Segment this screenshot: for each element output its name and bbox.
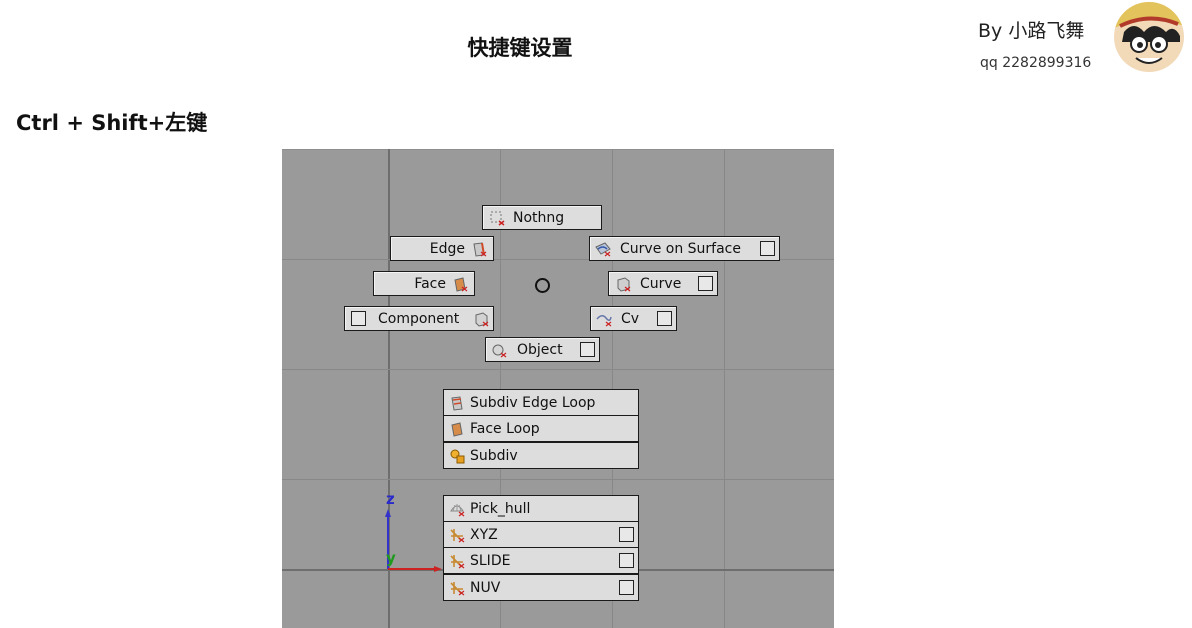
component-icon (475, 311, 489, 327)
menu-item-label: Curve on Surface (620, 240, 741, 257)
face-loop-icon (451, 421, 463, 437)
axis-z-label: z (386, 490, 395, 508)
curve-on-surface-icon (595, 241, 611, 256)
shortcut-heading: Ctrl + Shift+左键 (16, 111, 208, 135)
menu-item-subdiv-edge-loop[interactable]: Subdiv Edge Loop (443, 389, 639, 416)
menu-item-face-loop[interactable]: Face Loop (443, 415, 639, 442)
axis-y-label: y (386, 549, 396, 567)
menu-item-pick-hull[interactable]: Pick_hull (443, 495, 639, 522)
menu-item-nothing[interactable]: Nothng (482, 205, 602, 230)
menu-item-label: Object (517, 341, 563, 358)
curve-icon (617, 276, 631, 292)
avatar (1114, 2, 1184, 72)
grid-line (282, 479, 834, 480)
nothing-icon (490, 211, 505, 226)
menu-item-nuv[interactable]: NUV (443, 574, 639, 601)
menu-item-label: Component (378, 310, 460, 327)
menu-item-label: XYZ (470, 526, 498, 543)
menu-item-curve-on-surface[interactable]: Curve on Surface (589, 236, 780, 261)
grid-line (282, 149, 834, 150)
menu-item-label: Edge (429, 240, 465, 257)
object-icon (492, 344, 507, 357)
menu-item-label: NUV (470, 579, 501, 596)
page-title: 快捷键设置 (467, 36, 573, 60)
nuv-icon (450, 581, 465, 595)
grid-line (282, 369, 834, 370)
menu-item-label: Face (414, 275, 446, 292)
menu-item-label: Subdiv Edge Loop (470, 394, 596, 411)
menu-item-label: Pick_hull (470, 500, 531, 517)
menu-item-label: Cv (621, 310, 640, 327)
option-box[interactable] (351, 311, 366, 326)
option-box[interactable] (619, 527, 634, 542)
cv-icon (596, 314, 612, 326)
menu-item-label: Nothng (513, 209, 565, 226)
pick-hull-icon (450, 503, 465, 516)
menu-item-curve[interactable]: Curve (608, 271, 718, 296)
menu-center-marker (535, 278, 550, 293)
qq-label: qq 2282899316 (980, 55, 1092, 71)
menu-item-component[interactable]: Component (344, 306, 494, 331)
menu-item-cv[interactable]: Cv (590, 306, 677, 331)
menu-item-label: Curve (640, 275, 682, 292)
option-box[interactable] (657, 311, 672, 326)
xyz-icon (450, 528, 465, 542)
menu-item-subdiv[interactable]: Subdiv (443, 442, 639, 469)
menu-item-label: Subdiv (470, 447, 518, 464)
edge-icon (473, 241, 487, 257)
author-label: By 小路飞舞 (978, 20, 1085, 42)
menu-item-slide[interactable]: SLIDE (443, 547, 639, 574)
option-box[interactable] (619, 580, 634, 595)
menu-item-label: Face Loop (470, 420, 540, 437)
subdiv-edge-loop-icon (451, 395, 463, 411)
option-box[interactable] (580, 342, 595, 357)
menu-item-face[interactable]: Face (373, 271, 475, 296)
subdiv-icon (450, 449, 465, 463)
menu-item-object[interactable]: Object (485, 337, 600, 362)
grid-line (724, 149, 725, 628)
menu-item-edge[interactable]: Edge (390, 236, 494, 261)
slide-icon (450, 554, 465, 568)
menu-item-label: SLIDE (470, 552, 511, 569)
face-icon (454, 276, 468, 292)
option-box[interactable] (619, 553, 634, 568)
option-box[interactable] (698, 276, 713, 291)
option-box[interactable] (760, 241, 775, 256)
menu-item-xyz[interactable]: XYZ (443, 521, 639, 548)
